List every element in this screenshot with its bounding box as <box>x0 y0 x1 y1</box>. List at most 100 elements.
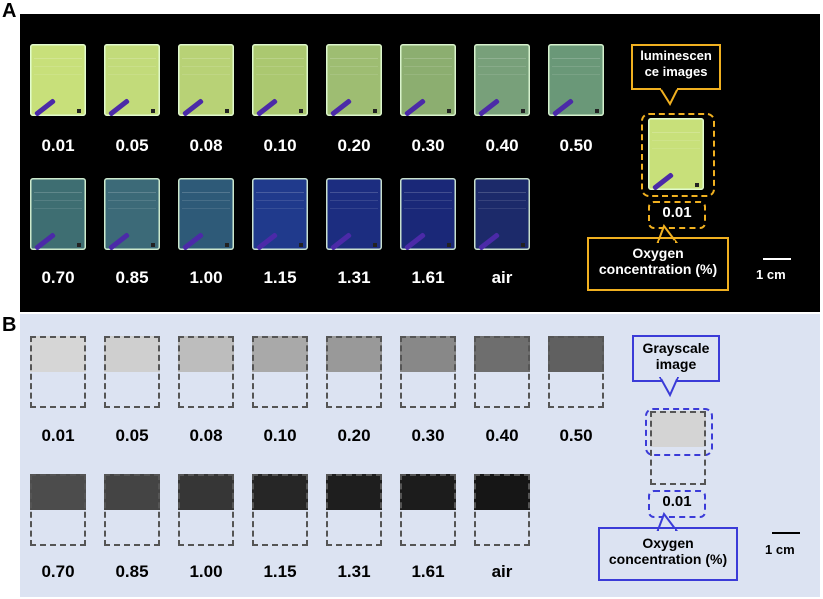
tube-cap <box>447 109 451 113</box>
grayscale-image-text: Grayscale image <box>642 340 710 372</box>
oxygen-concentration-callout: Oxygen concentration (%) <box>587 237 729 291</box>
tile-outline-dashed <box>474 474 530 546</box>
tile-outline-dashed <box>326 336 382 408</box>
panel-b-letter: B <box>2 314 17 336</box>
luminescence-tile <box>326 178 382 250</box>
tube-cap <box>151 109 155 113</box>
tube-cap <box>447 243 451 247</box>
concentration-label: 0.20 <box>337 136 371 155</box>
capillary-tube <box>256 98 278 116</box>
panel-b-grayscale: 0.01 0.05 0.08 0.10 0.20 0.30 0.40 0.50 0.70 0.8… <box>20 314 820 597</box>
scale-bar-a <box>763 258 791 260</box>
tile-outline-dashed <box>400 474 456 546</box>
tile-outline-dashed <box>104 474 160 546</box>
concentration-label: 0.70 <box>41 268 75 287</box>
grayscale-image-callout: Grayscale image <box>632 335 720 382</box>
oxygen-concentration-callout-b: Oxygen concentration (%) <box>598 527 738 581</box>
grayscale-tile <box>548 336 604 408</box>
tube-cap <box>77 109 81 113</box>
tube-cap <box>299 109 303 113</box>
concentration-label: 1.15 <box>263 268 297 287</box>
concentration-label: 0.20 <box>337 426 371 445</box>
grayscale-tile <box>104 474 160 546</box>
grayscale-tile <box>178 474 234 546</box>
concentration-label: 0.01 <box>41 136 75 155</box>
capillary-tube <box>330 232 352 250</box>
luminescence-tile <box>104 178 160 250</box>
concentration-label: 1.00 <box>189 268 223 287</box>
luminescence-tile <box>474 178 530 250</box>
tile-outline-dashed <box>30 336 86 408</box>
sample-tile-a <box>648 118 704 190</box>
concentration-label: 0.30 <box>411 426 445 445</box>
grayscale-tile <box>178 336 234 408</box>
scale-label-b: 1 cm <box>765 542 795 557</box>
capillary-tube <box>478 232 500 250</box>
concentration-label: 1.31 <box>337 268 371 287</box>
scale-label-a: 1 cm <box>756 267 786 282</box>
sample-label-b: 0.01 <box>662 493 692 510</box>
grayscale-tile <box>30 474 86 546</box>
grayscale-tile <box>326 474 382 546</box>
oxygen-concentration-text: Oxygen concentration (%) <box>598 245 718 277</box>
tile-outline-dashed <box>252 336 308 408</box>
concentration-label: 0.05 <box>115 136 149 155</box>
sample-tile-b-dash <box>650 411 706 485</box>
capillary-tube <box>330 98 352 116</box>
capillary-tube <box>478 98 500 116</box>
grayscale-tile <box>104 336 160 408</box>
concentration-label: 0.10 <box>263 136 297 155</box>
capillary-tube <box>34 98 56 116</box>
concentration-label: 0.70 <box>41 562 75 581</box>
tile-outline-dashed <box>104 336 160 408</box>
concentration-label: 0.30 <box>411 136 445 155</box>
concentration-label: 0.50 <box>559 136 593 155</box>
luminescence-tile <box>30 178 86 250</box>
tube-cap <box>373 109 377 113</box>
capillary-tube <box>552 98 574 116</box>
tile-outline-dashed <box>326 474 382 546</box>
callout-pointer-b <box>658 377 680 398</box>
tile-outline-dashed <box>30 474 86 546</box>
luminescence-tile <box>252 44 308 116</box>
panel-a-luminescence: 0.01 0.05 0.08 0.10 0.20 0.30 0.40 0.50 0.70 0.8… <box>20 14 820 312</box>
capillary-tube <box>108 232 130 250</box>
grayscale-tile <box>30 336 86 408</box>
concentration-label: 0.85 <box>115 562 149 581</box>
luminescence-tile <box>474 44 530 116</box>
capillary-tube <box>182 98 204 116</box>
tile-outline-dashed <box>178 336 234 408</box>
luminescence-tile <box>400 44 456 116</box>
luminescence-tile <box>252 178 308 250</box>
scale-bar-b <box>772 532 800 534</box>
capillary-tube <box>34 232 56 250</box>
luminescence-tile <box>178 178 234 250</box>
callout-pointer-a <box>658 88 680 107</box>
capillary-tube <box>108 98 130 116</box>
tube-cap <box>595 109 599 113</box>
luminescence-tile <box>400 178 456 250</box>
capillary-tube <box>182 232 204 250</box>
concentration-label: air <box>491 562 513 581</box>
grayscale-tile <box>252 474 308 546</box>
tube-cap <box>225 109 229 113</box>
concentration-label: 0.85 <box>115 268 149 287</box>
concentration-label: air <box>491 268 513 287</box>
oxygen-concentration-text-b: Oxygen concentration (%) <box>608 535 728 567</box>
luminescence-tile <box>30 44 86 116</box>
tube-cap <box>373 243 377 247</box>
concentration-label: 0.10 <box>263 426 297 445</box>
sample-label-a: 0.01 <box>662 204 692 221</box>
luminescence-tile <box>104 44 160 116</box>
tile-outline-dashed <box>178 474 234 546</box>
concentration-label: 0.01 <box>41 426 75 445</box>
luminescence-images-callout: luminescen ce images <box>631 44 721 90</box>
tile-outline-dashed <box>252 474 308 546</box>
grayscale-tile <box>474 336 530 408</box>
concentration-label: 1.61 <box>411 268 445 287</box>
concentration-label: 0.40 <box>485 136 519 155</box>
luminescence-tile <box>548 44 604 116</box>
concentration-label: 0.40 <box>485 426 519 445</box>
concentration-label: 1.00 <box>189 562 223 581</box>
concentration-label: 1.31 <box>337 562 371 581</box>
